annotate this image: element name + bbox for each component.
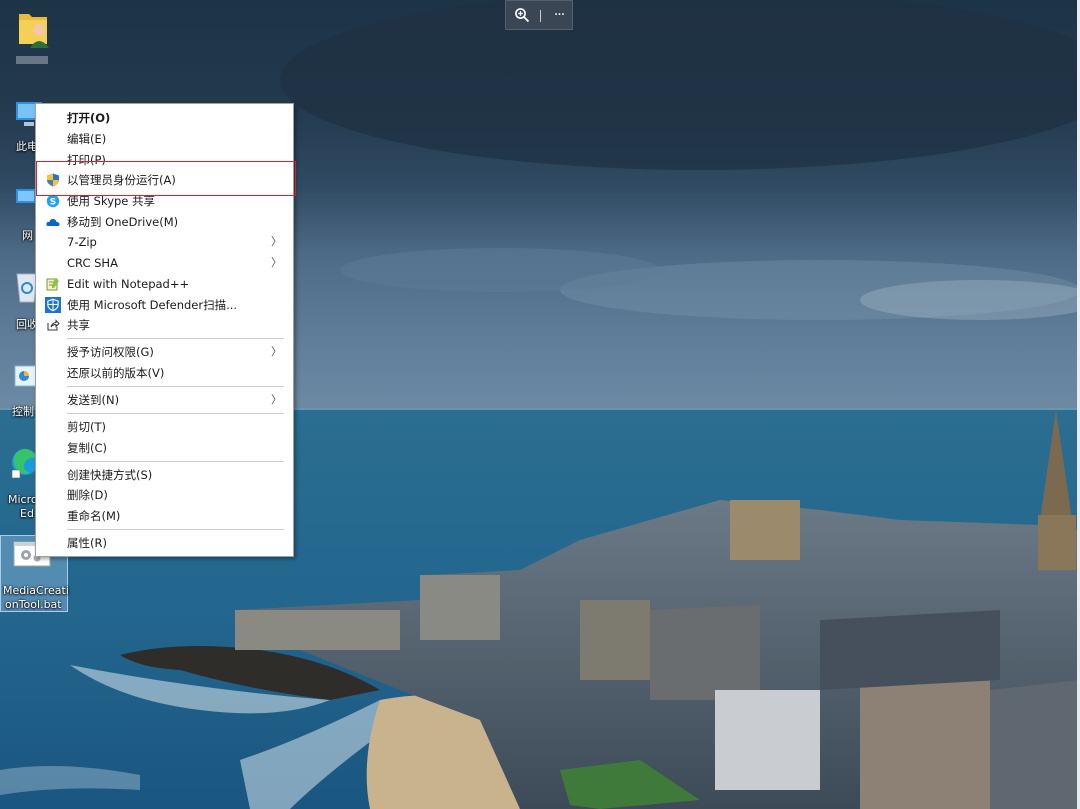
toolbar-divider — [537, 1, 543, 29]
menu-item-edit-with-notepad-plus-plus[interactable]: Edit with Notepad++ — [37, 274, 292, 294]
submenu-arrow-icon: 〉 — [271, 345, 282, 358]
icon-label: Micro — [8, 493, 38, 506]
svg-text:S: S — [50, 197, 56, 207]
menu-item-crc-sha[interactable]: CRC SHA 〉 — [37, 253, 292, 273]
more-options-button[interactable]: ··· — [546, 1, 572, 29]
icon-label-line2: onTool.bat — [5, 598, 62, 611]
menu-item-defender-scan[interactable]: 使用 Microsoft Defender扫描... — [37, 295, 292, 315]
skype-icon: S — [46, 194, 60, 207]
menu-item-share[interactable]: 共享 — [37, 315, 292, 335]
image-viewer-toolbar: ··· — [505, 0, 573, 30]
menu-item-move-to-onedrive[interactable]: 移动到 OneDrive(M) — [37, 212, 292, 232]
icon-label: 网 — [22, 229, 33, 242]
menu-item-label: 创建快捷方式(S) — [67, 468, 153, 482]
menu-separator — [67, 338, 284, 339]
menu-item-label: 删除(D) — [67, 488, 108, 502]
menu-item-label: 发送到(N) — [67, 393, 120, 407]
context-menu: 打开(O) 编辑(E) 打印(P) 以管理员身份运行(A) S 使用 Skype… — [35, 103, 294, 557]
menu-item-edit[interactable]: 编辑(E) — [37, 129, 292, 149]
icon-label-line2: Ed — [20, 507, 34, 520]
share-icon — [47, 319, 60, 331]
menu-item-label: 授予访问权限(G) — [67, 345, 154, 359]
menu-item-label: CRC SHA — [67, 256, 118, 270]
menu-item-label: 重命名(M) — [67, 509, 121, 523]
submenu-arrow-icon: 〉 — [271, 393, 282, 406]
menu-separator — [67, 461, 284, 462]
notepad-plus-plus-icon — [46, 278, 59, 291]
menu-item-label: 编辑(E) — [67, 132, 107, 146]
menu-item-label: 还原以前的版本(V) — [67, 366, 165, 380]
desktop[interactable]: ··· 此电 网 回收 控制 Micro Ed MediaCreati onTo… — [0, 0, 1080, 809]
menu-item-delete[interactable]: 删除(D) — [37, 485, 292, 505]
menu-item-label: 以管理员身份运行(A) — [67, 173, 176, 187]
menu-item-print[interactable]: 打印(P) — [37, 150, 292, 170]
menu-item-properties[interactable]: 属性(R) — [37, 533, 292, 553]
blurred-label — [16, 56, 48, 64]
onedrive-icon — [46, 218, 60, 226]
uac-shield-icon — [47, 173, 59, 187]
menu-item-label: 使用 Microsoft Defender扫描... — [67, 298, 238, 312]
menu-item-restore-previous-versions[interactable]: 还原以前的版本(V) — [37, 363, 292, 383]
defender-icon — [45, 297, 61, 313]
zoom-in-icon[interactable] — [510, 1, 534, 29]
menu-item-label: Edit with Notepad++ — [67, 277, 190, 291]
menu-item-7zip[interactable]: 7-Zip 〉 — [37, 232, 292, 252]
menu-item-label: 打印(P) — [67, 153, 106, 167]
submenu-arrow-icon: 〉 — [271, 256, 282, 269]
menu-item-label: 剪切(T) — [67, 420, 106, 434]
menu-item-skype-share[interactable]: S 使用 Skype 共享 — [37, 191, 292, 211]
submenu-arrow-icon: 〉 — [271, 235, 282, 248]
menu-item-copy[interactable]: 复制(C) — [37, 438, 292, 458]
desktop-icon-user-folder[interactable] — [0, 8, 68, 66]
menu-item-send-to[interactable]: 发送到(N) 〉 — [37, 390, 292, 410]
menu-separator — [67, 529, 284, 530]
menu-item-rename[interactable]: 重命名(M) — [37, 506, 292, 526]
menu-item-give-access[interactable]: 授予访问权限(G) 〉 — [37, 342, 292, 362]
menu-item-label: 7-Zip — [67, 235, 97, 249]
menu-item-label: 移动到 OneDrive(M) — [67, 215, 179, 229]
menu-item-create-shortcut[interactable]: 创建快捷方式(S) — [37, 465, 292, 485]
icon-label: MediaCreati — [3, 584, 69, 597]
menu-item-label: 共享 — [67, 318, 90, 332]
menu-separator — [67, 413, 284, 414]
menu-item-label: 复制(C) — [67, 441, 108, 455]
menu-item-run-as-admin[interactable]: 以管理员身份运行(A) — [37, 170, 292, 190]
icon-label: 控制 — [12, 405, 34, 418]
menu-item-label: 使用 Skype 共享 — [67, 194, 156, 208]
user-folder-icon — [19, 14, 49, 48]
menu-separator — [67, 386, 284, 387]
menu-item-label: 打开(O) — [67, 111, 111, 125]
menu-item-open[interactable]: 打开(O) — [37, 108, 292, 128]
menu-item-label: 属性(R) — [67, 536, 107, 550]
menu-item-cut[interactable]: 剪切(T) — [37, 417, 292, 437]
